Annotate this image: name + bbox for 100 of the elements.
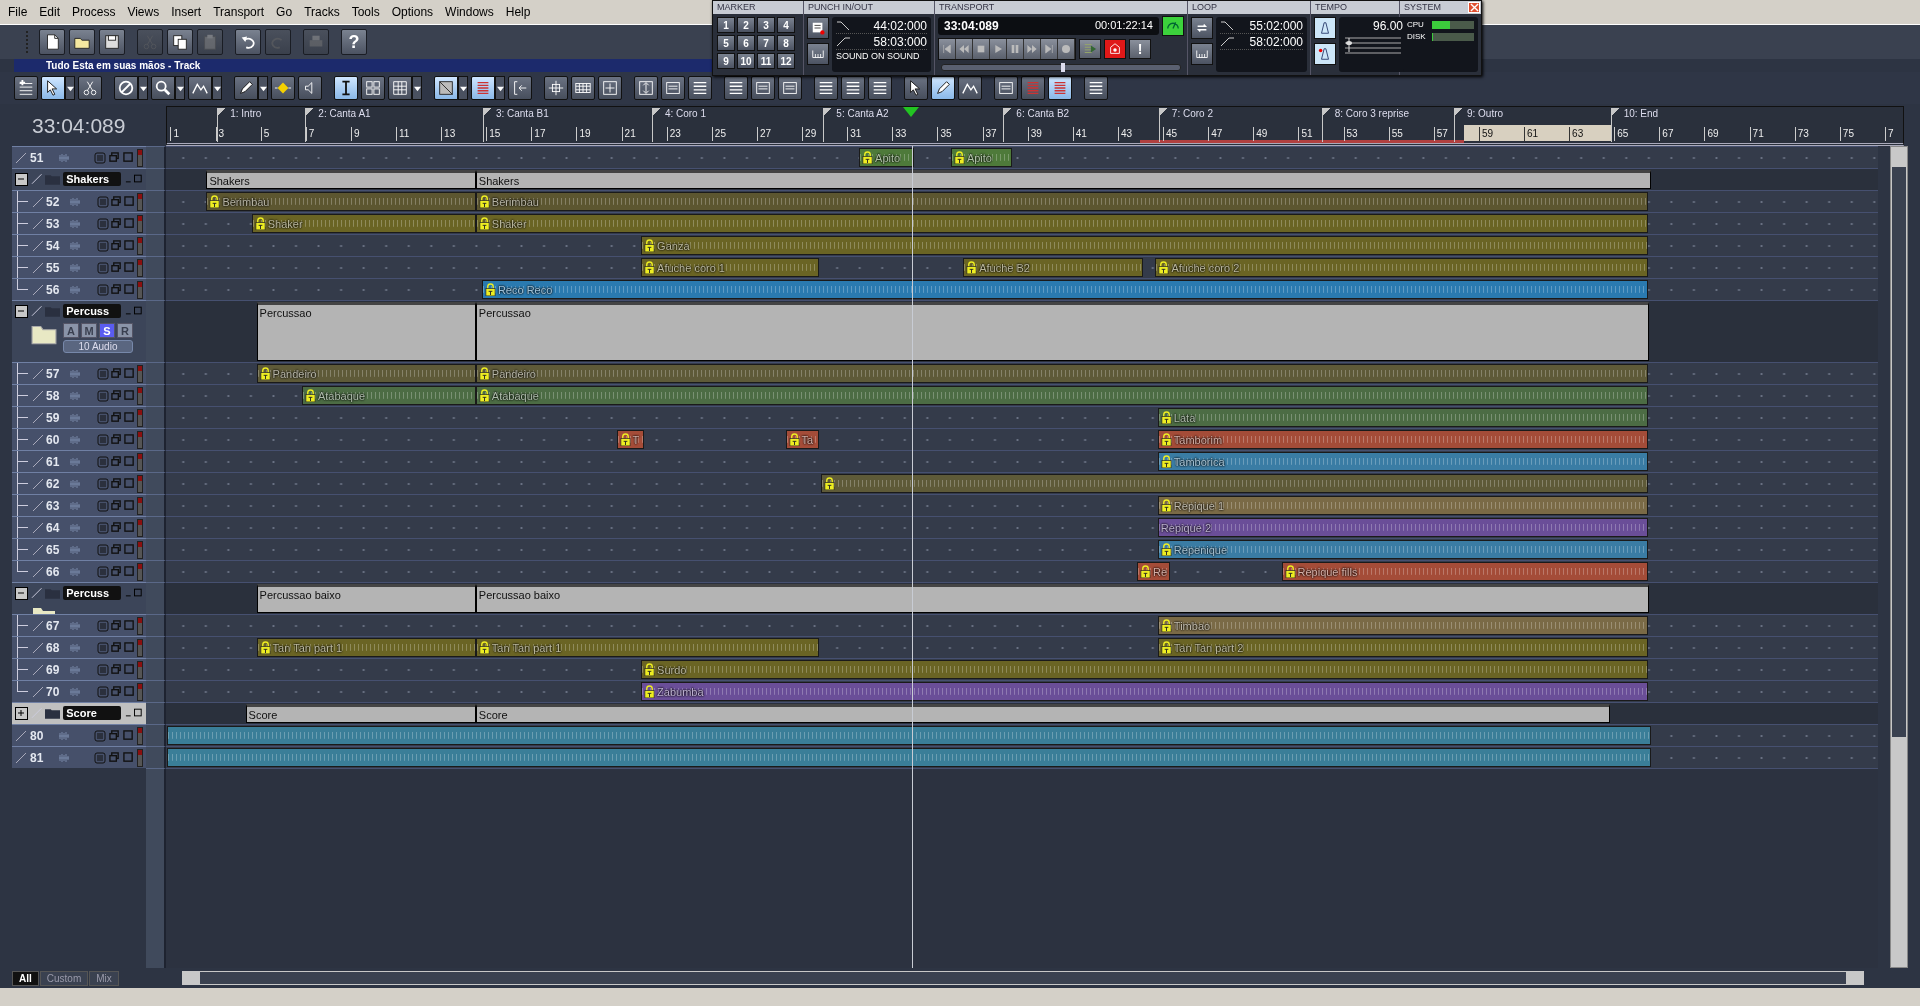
audio-clip[interactable]: Berimbau bbox=[475, 192, 1648, 211]
menu-item[interactable]: Tracks bbox=[298, 5, 346, 19]
track-state-button[interactable]: R bbox=[117, 323, 133, 338]
track-count: 10 Audio bbox=[63, 340, 133, 353]
marker-button[interactable]: 6 bbox=[737, 35, 755, 51]
marker-button[interactable]: 11 bbox=[757, 53, 775, 69]
toolbar-button[interactable]: ? bbox=[341, 29, 367, 55]
track-header[interactable]: 52 bbox=[12, 190, 146, 212]
track-number: 66 bbox=[46, 564, 60, 579]
folder-clip[interactable]: Percussao baixo bbox=[256, 584, 476, 613]
folder-clip[interactable]: Score bbox=[245, 704, 476, 723]
track-header[interactable]: 59 bbox=[12, 406, 146, 428]
track-header[interactable]: 64 bbox=[12, 516, 146, 538]
track-header[interactable]: 61 bbox=[12, 450, 146, 472]
marker-button[interactable]: 8 bbox=[777, 35, 795, 51]
track-state-button[interactable]: S bbox=[99, 323, 115, 338]
marker-button[interactable]: 12 bbox=[777, 53, 795, 69]
folder-clip[interactable]: Percussao baixo bbox=[475, 584, 1649, 613]
track-state-button[interactable]: A bbox=[63, 323, 79, 338]
alert-button[interactable]: ! bbox=[1129, 39, 1151, 59]
marker-button[interactable]: 5 bbox=[717, 35, 735, 51]
folder-clip[interactable]: Percussao bbox=[475, 302, 1649, 361]
measure-number: 35 bbox=[937, 127, 952, 141]
marker-button[interactable]: 10 bbox=[737, 53, 755, 69]
marker-button[interactable]: 2 bbox=[737, 17, 755, 33]
folder-name[interactable]: Percuss bbox=[63, 304, 121, 318]
menu-item[interactable]: Insert bbox=[165, 5, 208, 19]
menu-item[interactable]: Tools bbox=[345, 5, 386, 19]
menu-item[interactable]: Options bbox=[385, 5, 440, 19]
menu-item[interactable]: Help bbox=[499, 5, 537, 19]
folder-clip[interactable]: Shakers bbox=[475, 170, 1652, 189]
menu-item[interactable]: Go bbox=[270, 5, 299, 19]
marker-button[interactable]: 3 bbox=[757, 17, 775, 33]
measure-number: 19 bbox=[576, 127, 591, 141]
measure-number: 27 bbox=[756, 127, 772, 141]
audio-clip[interactable]: Berimbau bbox=[206, 192, 476, 211]
track-header[interactable]: 80 bbox=[12, 724, 146, 746]
track-header[interactable]: 68 bbox=[12, 636, 146, 658]
track-number: 54 bbox=[46, 238, 60, 253]
track-header[interactable]: 63 bbox=[12, 494, 146, 516]
folder-header[interactable]: Shakers bbox=[12, 168, 146, 190]
measure-number: 71 bbox=[1749, 127, 1764, 141]
folder-name[interactable]: Score bbox=[63, 706, 121, 720]
measure-number: 75 bbox=[1839, 127, 1854, 141]
folder-clip[interactable]: Score bbox=[475, 704, 1610, 723]
folder-header[interactable]: Percuss A M S R 10 Audio bbox=[12, 300, 146, 362]
meter-label: CPU bbox=[1407, 20, 1425, 29]
measure-number: 9 bbox=[350, 127, 360, 141]
track-header[interactable]: 69 bbox=[12, 658, 146, 680]
view-tab[interactable]: Mix bbox=[89, 970, 119, 986]
folder-clip[interactable]: Percussao bbox=[256, 302, 476, 361]
measure-number: 13 bbox=[441, 127, 456, 141]
view-tab[interactable]: All bbox=[12, 970, 39, 986]
marker-button[interactable]: 7 bbox=[757, 35, 775, 51]
track-header[interactable]: 66 bbox=[12, 560, 146, 582]
track-header[interactable]: 65 bbox=[12, 538, 146, 560]
track-header[interactable]: 51 bbox=[12, 146, 146, 168]
menu-item[interactable]: Process bbox=[66, 5, 122, 19]
marker-button[interactable]: 4 bbox=[777, 17, 795, 33]
folder-clip[interactable]: Shakers bbox=[206, 170, 476, 189]
audio-clip[interactable]: Pandeiro bbox=[475, 364, 1648, 383]
menu-item[interactable]: Windows bbox=[439, 5, 500, 19]
meter-label: DISK bbox=[1407, 32, 1427, 41]
menu-item[interactable]: Edit bbox=[33, 5, 67, 19]
menu-item[interactable]: File bbox=[2, 5, 34, 19]
track-header[interactable]: 53 bbox=[12, 212, 146, 234]
measure-number: 39 bbox=[1027, 127, 1042, 141]
measure-number: 31 bbox=[847, 127, 862, 141]
menu-item[interactable]: Transport bbox=[207, 5, 271, 19]
folder-name[interactable]: Shakers bbox=[63, 172, 121, 186]
track-header[interactable]: 57 bbox=[12, 362, 146, 384]
track-header[interactable]: 54 bbox=[12, 234, 146, 256]
track-header[interactable]: 81 bbox=[12, 746, 146, 768]
measure-number: 59 bbox=[1478, 127, 1493, 141]
folder-header[interactable]: Score bbox=[12, 702, 146, 724]
track-header[interactable]: 55 bbox=[12, 256, 146, 278]
track-header[interactable]: 70 bbox=[12, 680, 146, 702]
track-header[interactable]: 60 bbox=[12, 428, 146, 450]
folder-name[interactable]: Percuss bbox=[63, 586, 121, 600]
track-number: 51 bbox=[30, 150, 45, 165]
track-number: 59 bbox=[46, 410, 60, 425]
menu-item[interactable]: Views bbox=[121, 5, 166, 19]
track-state-button[interactable]: M bbox=[81, 323, 97, 338]
track-number: 58 bbox=[46, 388, 60, 403]
track-number: 60 bbox=[46, 432, 60, 447]
loop-end-time: 58:02:000 bbox=[1249, 35, 1303, 49]
track-header[interactable]: 67 bbox=[12, 614, 146, 636]
measure-number: 21 bbox=[621, 127, 636, 141]
track-header[interactable]: 62 bbox=[12, 472, 146, 494]
track-number: 65 bbox=[46, 542, 60, 557]
section-title: PUNCH IN/OUT bbox=[804, 1, 934, 14]
marker-button[interactable]: 9 bbox=[717, 53, 735, 69]
folder-header[interactable]: Percuss bbox=[12, 582, 146, 614]
track-header[interactable]: 58 bbox=[12, 384, 146, 406]
marker-button[interactable]: 1 bbox=[717, 17, 735, 33]
measure-number: 53 bbox=[1343, 127, 1358, 141]
view-tab[interactable]: Custom bbox=[39, 970, 89, 986]
track-header[interactable]: 56 bbox=[12, 278, 146, 300]
tempo-value: 96.00 bbox=[1372, 19, 1403, 33]
track-number: 81 bbox=[30, 750, 45, 765]
